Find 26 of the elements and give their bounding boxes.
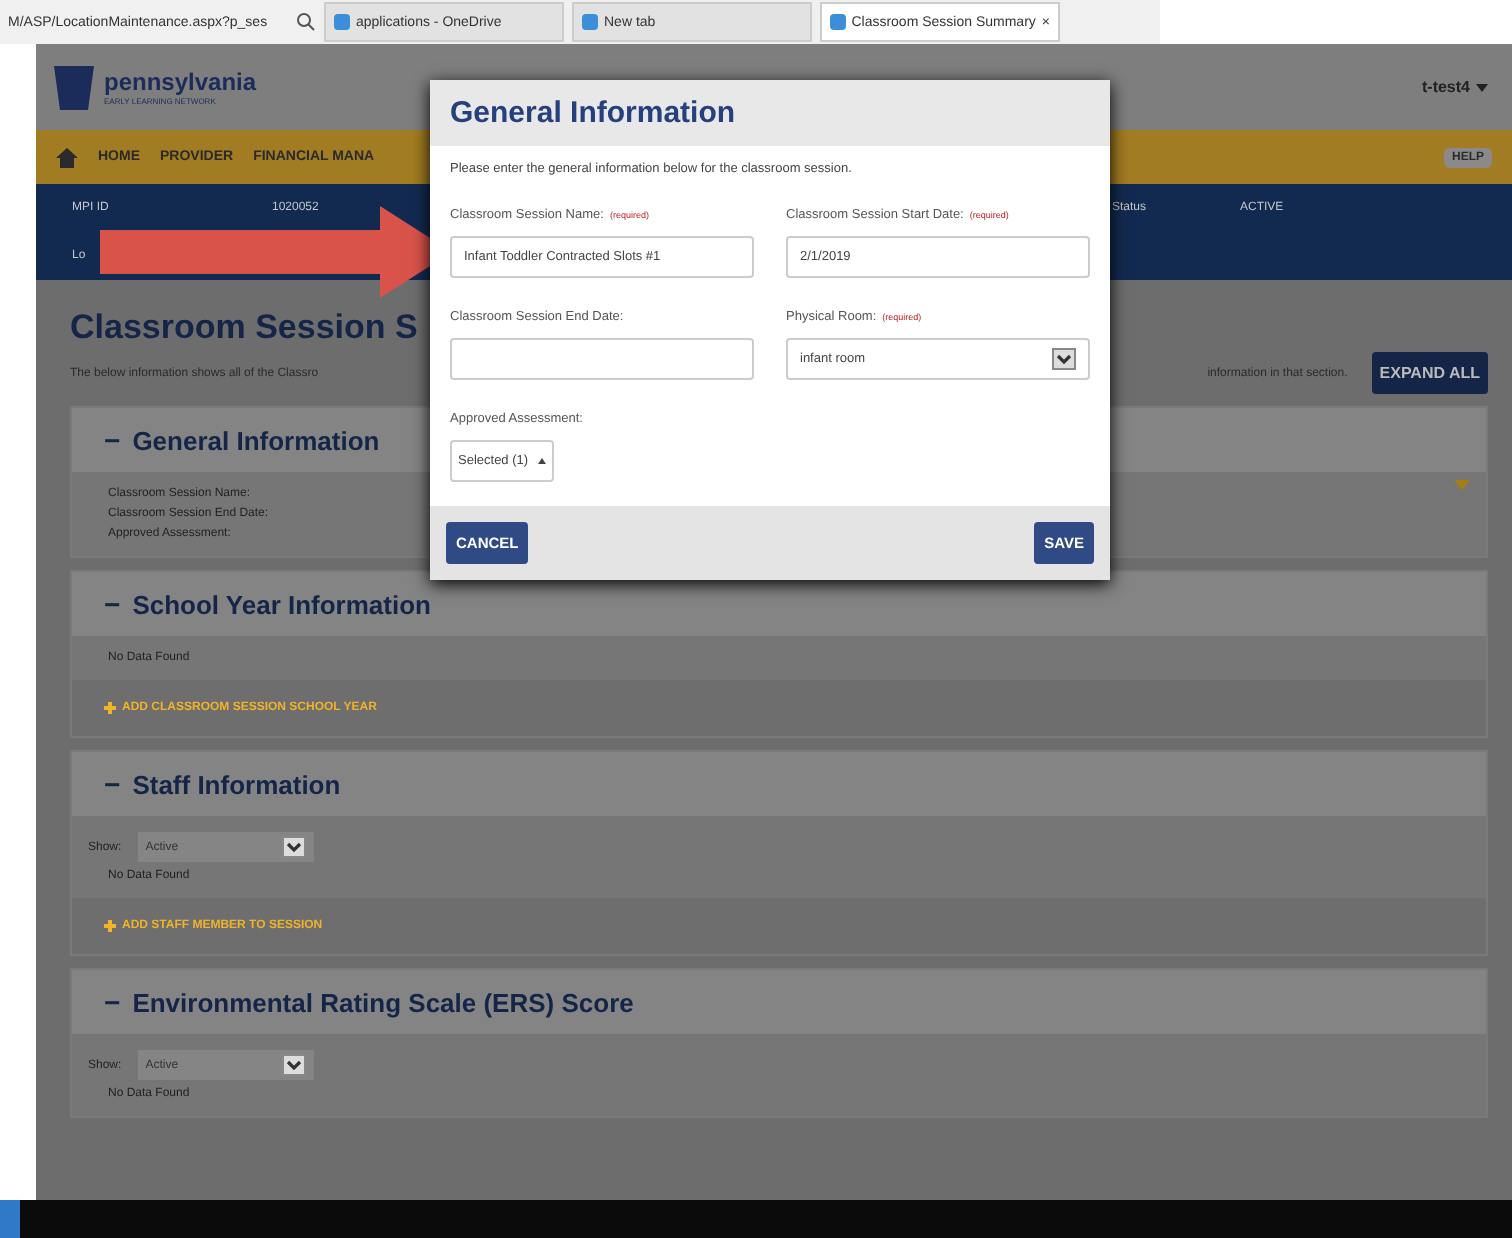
modal-title: General Information xyxy=(430,80,1110,146)
section-title: School Year Information xyxy=(132,589,431,619)
chevron-down-icon xyxy=(281,1054,306,1076)
logo-title: pennsylvania xyxy=(104,68,257,96)
caret-up-icon xyxy=(538,458,546,464)
plus-icon xyxy=(104,920,116,932)
collapse-toggle[interactable]: − xyxy=(104,986,121,1018)
section-title: Environmental Rating Scale (ERS) Score xyxy=(132,987,634,1017)
collapse-toggle[interactable]: − xyxy=(104,768,121,800)
keystone-logo-icon xyxy=(52,63,96,111)
section-title: Staff Information xyxy=(132,769,341,799)
chevron-down-icon xyxy=(1052,348,1076,370)
page-title: Classroom Session S xyxy=(70,308,418,348)
expand-all-button[interactable]: EXPAND ALL xyxy=(1371,352,1488,394)
collapse-toggle[interactable]: − xyxy=(104,424,121,456)
home-icon[interactable] xyxy=(56,147,78,167)
chevron-down-icon xyxy=(281,836,306,858)
start-button[interactable] xyxy=(0,1200,20,1238)
user-menu[interactable]: t-test4 xyxy=(1421,78,1488,96)
plus-icon xyxy=(104,702,116,714)
search-icon[interactable] xyxy=(296,12,316,32)
caret-down-icon xyxy=(1476,83,1488,91)
input-field[interactable] xyxy=(450,338,754,380)
caret-down-icon[interactable] xyxy=(1454,480,1470,490)
section-title: General Information xyxy=(132,425,380,455)
collapse-toggle[interactable]: − xyxy=(104,588,121,620)
